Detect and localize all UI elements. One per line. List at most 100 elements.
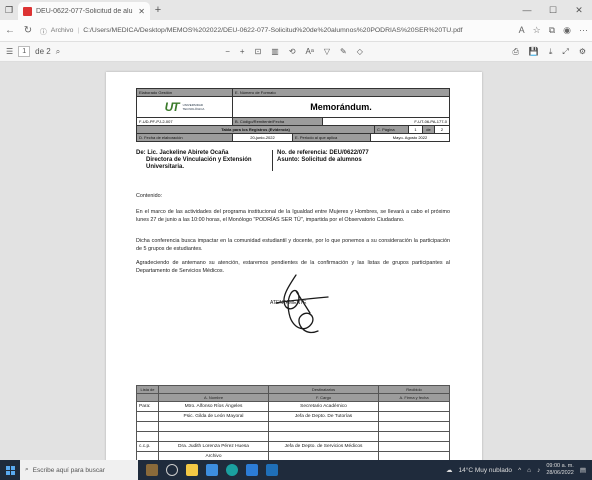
search-placeholder: Escribe aquí para buscar bbox=[32, 466, 105, 474]
from-position: Directora de Vinculación y Extensión bbox=[146, 157, 252, 163]
recipient-type: Para: bbox=[136, 401, 159, 412]
table-header: A. Nombre bbox=[158, 393, 269, 402]
tray-arrow-icon[interactable]: ^ bbox=[518, 467, 521, 474]
tab-actions-icon[interactable]: ❐ bbox=[0, 0, 18, 20]
store-app-icon[interactable] bbox=[246, 464, 258, 476]
read-aloud-pdf-icon[interactable]: Aᵃ bbox=[306, 47, 314, 56]
page-number-input[interactable]: 1 bbox=[18, 46, 31, 57]
recipient-signature bbox=[378, 441, 450, 452]
taskbar-search[interactable]: ⌕ Escribe aquí para buscar bbox=[20, 460, 138, 480]
header-cell: Elaborado Gestión bbox=[137, 89, 233, 96]
save-as-icon[interactable]: ⤓ bbox=[549, 47, 553, 57]
closing-atentamente: ATENTAMENTE bbox=[270, 300, 307, 306]
zoom-out-icon[interactable]: − bbox=[225, 47, 230, 56]
recipient-position: Secretario Académico bbox=[268, 401, 379, 412]
recipient-position: Jefa de Depto. De Tutorías bbox=[268, 411, 379, 422]
task-view-icon[interactable] bbox=[166, 464, 178, 476]
recipient-signature bbox=[378, 401, 450, 412]
contents-icon[interactable]: ☰ bbox=[6, 47, 13, 56]
volume-icon[interactable]: ♪ bbox=[537, 467, 540, 474]
table-row bbox=[136, 421, 450, 432]
table-header: F. Cargo bbox=[268, 393, 379, 402]
search-icon[interactable]: ⌕ bbox=[56, 47, 60, 57]
recipient-type bbox=[136, 411, 159, 422]
maximize-icon[interactable]: ☐ bbox=[540, 5, 566, 16]
word-app-icon[interactable] bbox=[266, 464, 278, 476]
rotate-icon[interactable]: ⟲ bbox=[289, 47, 296, 56]
memo-title: Memorándum. bbox=[310, 102, 372, 112]
favorite-icon[interactable]: ☆ bbox=[533, 25, 541, 36]
recipient-signature bbox=[378, 431, 450, 442]
table-header: Lista de bbox=[136, 385, 159, 394]
header-cell: de bbox=[423, 126, 435, 133]
recipient-type bbox=[136, 451, 159, 460]
mail-app-icon[interactable] bbox=[206, 464, 218, 476]
url-text: C:/Users/MEDICA/Desktop/MEMOS%202022/DEU… bbox=[83, 27, 463, 34]
pdf-page: Elaborado Gestión E. Número de Formato U… bbox=[106, 72, 482, 460]
url-field[interactable]: ⓘ Archivo | C:/Users/MEDICA/Desktop/MEMO… bbox=[40, 23, 513, 39]
pdf-viewer[interactable]: Elaborado Gestión E. Número de Formato U… bbox=[0, 62, 592, 460]
header-cell: E. Periodo al que aplica bbox=[293, 134, 371, 141]
start-button[interactable] bbox=[0, 460, 20, 480]
network-icon[interactable]: ⌂ bbox=[527, 467, 531, 474]
widgets-app-icon[interactable] bbox=[146, 464, 158, 476]
recipient-name: Mtro. Alfonso Ríos Ángeles bbox=[158, 401, 269, 412]
header-cell: C. Página bbox=[375, 126, 409, 133]
profile-icon[interactable]: ◉ bbox=[563, 25, 571, 36]
close-tab-icon[interactable]: ✕ bbox=[138, 7, 145, 16]
erase-icon[interactable]: ◇ bbox=[357, 47, 363, 56]
read-aloud-icon[interactable]: A bbox=[519, 25, 525, 36]
search-glass-icon: ⌕ bbox=[25, 466, 29, 473]
browser-tab[interactable]: DEU-0622-077-Solicitud de alu ✕ bbox=[18, 2, 150, 20]
subject-line: Asunto: Solicitud de alumnos bbox=[277, 157, 362, 163]
tab-strip: ❐ DEU-0622-077-Solicitud de alu ✕ + — ☐ … bbox=[0, 0, 592, 20]
taskbar: ⌕ Escribe aquí para buscar ☁ 14°C Muy nu… bbox=[0, 460, 592, 480]
back-icon[interactable]: ← bbox=[4, 25, 16, 36]
fit-page-icon[interactable]: ⊡ bbox=[255, 47, 262, 56]
more-icon[interactable]: ··· bbox=[579, 25, 588, 36]
table-row: Archivo bbox=[136, 451, 450, 460]
print-icon[interactable]: ⎙ bbox=[513, 47, 519, 57]
taskbar-apps bbox=[146, 464, 278, 476]
windows-logo-icon bbox=[5, 465, 15, 475]
memo-header-table: Elaborado Gestión E. Número de Formato U… bbox=[136, 88, 450, 142]
notifications-icon[interactable]: ▤ bbox=[580, 466, 586, 474]
settings-icon[interactable]: ⚙ bbox=[579, 47, 586, 57]
page-total: de 2 bbox=[35, 47, 51, 56]
memo-address-block: De: Lic. Jackeline Abirete Ocaña Directo… bbox=[136, 150, 450, 171]
recipient-signature bbox=[378, 421, 450, 432]
paragraph-2: Dicha conferencia busca impactar en la c… bbox=[136, 238, 450, 252]
paragraph-1: En el marco de las actividades del progr… bbox=[136, 209, 450, 223]
weather-icon[interactable]: ☁ bbox=[446, 466, 453, 474]
clock[interactable]: 09:00 a. m. 28/06/2022 bbox=[546, 463, 574, 477]
highlight-icon[interactable]: ✎ bbox=[340, 47, 347, 56]
new-tab-button[interactable]: + bbox=[150, 4, 166, 16]
header-cell: 2 bbox=[440, 127, 444, 132]
edge-browser-icon[interactable] bbox=[226, 464, 238, 476]
recipient-signature bbox=[378, 411, 450, 422]
reference-number: No. de referencia: DEU/0622/077 bbox=[277, 150, 369, 156]
url-separator: | bbox=[77, 27, 80, 34]
draw-icon[interactable]: ▽ bbox=[324, 47, 330, 56]
logo-cell: UT UNIVERSIDAD TECNOLÓGICA bbox=[137, 97, 233, 117]
collections-icon[interactable]: ⧉ bbox=[549, 25, 555, 36]
header-cell: Tabla para los Registros (Evidencia) bbox=[137, 126, 375, 133]
distribution-table: Lista de Destinatarios Recibido A. Nombr… bbox=[136, 385, 450, 460]
pdf-favicon-icon bbox=[23, 6, 32, 16]
tab-title: DEU-0622-077-Solicitud de alu bbox=[36, 7, 133, 15]
header-cell: E. Número de Formato bbox=[233, 89, 449, 96]
page-view-icon[interactable]: ▥ bbox=[271, 47, 279, 56]
zoom-in-icon[interactable]: + bbox=[240, 47, 245, 56]
header-cell: D. Fecha de elaboración bbox=[137, 134, 233, 141]
save-icon[interactable]: 💾 bbox=[529, 47, 539, 57]
title-cell: Memorándum. bbox=[233, 97, 449, 117]
refresh-icon[interactable]: ↻ bbox=[22, 25, 34, 36]
file-explorer-icon[interactable] bbox=[186, 464, 198, 476]
close-window-icon[interactable]: ✕ bbox=[566, 5, 592, 16]
header-cell: 20-junio-2022 bbox=[233, 134, 293, 141]
expand-icon[interactable]: ⤢ bbox=[562, 47, 568, 57]
weather-text[interactable]: 14°C Muy nublado bbox=[459, 467, 513, 474]
info-icon[interactable]: ⓘ bbox=[40, 26, 47, 36]
recipient-name: Dra. Judith Lorenza Pérez Huesa bbox=[158, 441, 269, 452]
minimize-icon[interactable]: — bbox=[514, 5, 540, 16]
